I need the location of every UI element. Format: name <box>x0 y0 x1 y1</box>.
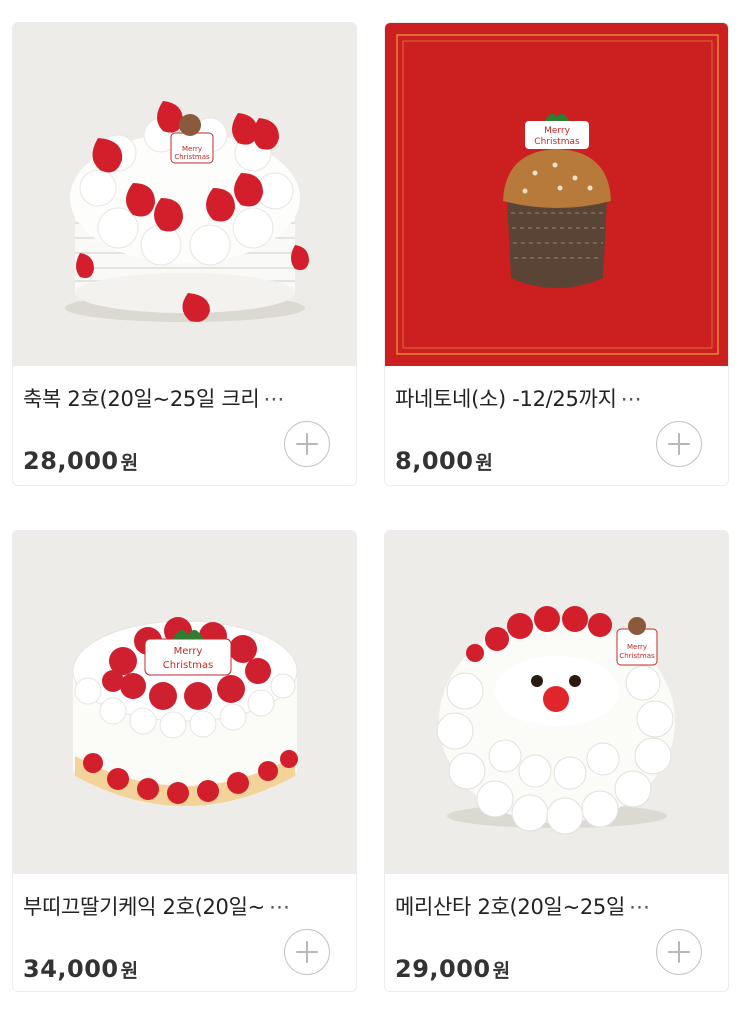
svg-text:Merry: Merry <box>627 643 647 651</box>
product-price: 8,000 원 <box>395 447 493 475</box>
strawberry-boutique-cake-image: Merry Christmas <box>13 531 356 874</box>
panettone-image: Merry Christmas <box>385 23 728 366</box>
price-value: 34,000 <box>23 955 119 983</box>
product-name-text: 축복 2호(20일~25일 크리 <box>23 387 260 411</box>
price-value: 29,000 <box>395 955 491 983</box>
price-unit: 원 <box>120 452 139 474</box>
strawberry-cream-cake-image: Merry Christmas <box>13 23 356 366</box>
plus-icon <box>296 941 318 963</box>
product-name-text: 파네토네(소) -12/25까지 <box>395 387 617 411</box>
svg-text:Merry: Merry <box>174 646 203 657</box>
product-image[interactable]: Merry Christmas <box>385 531 728 874</box>
plus-icon <box>668 433 690 455</box>
product-name-text: 부띠끄딸기케익 2호(20일~ <box>23 895 265 919</box>
product-name[interactable]: 메리산타 2호(20일~25일 ⋯ <box>395 891 715 921</box>
product-price: 28,000 원 <box>23 447 139 475</box>
price-unit: 원 <box>475 452 494 474</box>
product-name[interactable]: 부띠끄딸기케익 2호(20일~ ⋯ <box>23 891 343 921</box>
svg-text:Merry: Merry <box>182 145 202 153</box>
price-unit: 원 <box>492 960 511 982</box>
add-to-cart-button[interactable] <box>656 421 702 467</box>
product-card[interactable]: Merry Christmas 축복 2호(20일~25일 크리 ⋯ 28,000… <box>12 22 357 486</box>
product-card[interactable]: Merry Christmas 파네토네(소) -12/25까지 ⋯ 8,000 원 <box>384 22 729 486</box>
product-image[interactable]: Merry Christmas <box>13 531 356 874</box>
svg-text:Christmas: Christmas <box>619 652 655 660</box>
product-name-text: 메리산타 2호(20일~25일 <box>395 895 626 919</box>
price-unit: 원 <box>120 960 139 982</box>
product-card[interactable]: Merry Christmas 메리산타 2호(20일~25일 ⋯ 29,000 원 <box>384 530 729 992</box>
product-price: 29,000 원 <box>395 955 511 983</box>
ellipsis: ⋯ <box>268 895 290 919</box>
product-name[interactable]: 축복 2호(20일~25일 크리 ⋯ <box>23 383 343 413</box>
plus-icon <box>668 941 690 963</box>
add-to-cart-button[interactable] <box>656 929 702 975</box>
svg-text:Christmas: Christmas <box>174 153 210 161</box>
svg-text:Merry: Merry <box>544 126 571 136</box>
price-value: 28,000 <box>23 447 119 475</box>
product-image[interactable]: Merry Christmas <box>385 23 728 366</box>
ellipsis: ⋯ <box>263 387 285 411</box>
price-value: 8,000 <box>395 447 474 475</box>
product-card[interactable]: Merry Christmas 부띠끄딸기케익 2호(20일~ ⋯ 34,000 원 <box>12 530 357 992</box>
ellipsis: ⋯ <box>620 387 642 411</box>
ellipsis: ⋯ <box>629 895 650 919</box>
product-price: 34,000 원 <box>23 955 139 983</box>
svg-text:Christmas: Christmas <box>163 660 213 671</box>
add-to-cart-button[interactable] <box>284 421 330 467</box>
svg-text:Christmas: Christmas <box>534 137 580 147</box>
product-image[interactable]: Merry Christmas <box>13 23 356 366</box>
santa-cake-image: Merry Christmas <box>385 531 728 874</box>
add-to-cart-button[interactable] <box>284 929 330 975</box>
plus-icon <box>296 433 318 455</box>
product-name[interactable]: 파네토네(소) -12/25까지 ⋯ <box>395 383 715 413</box>
